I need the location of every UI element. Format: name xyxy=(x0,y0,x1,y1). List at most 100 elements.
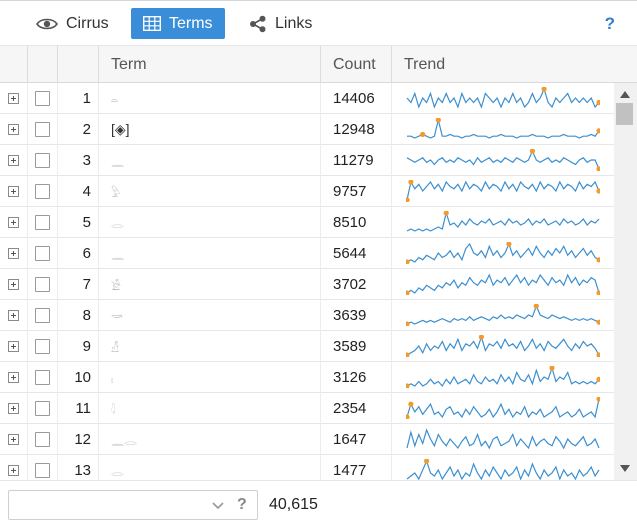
table-row[interactable]: 11 𓇋 2354 xyxy=(0,393,614,424)
plus-box-icon[interactable] xyxy=(8,434,19,445)
row-checkbox[interactable] xyxy=(28,424,58,455)
checkbox-icon[interactable] xyxy=(35,463,50,478)
scrollbar-thumb[interactable] xyxy=(616,103,633,125)
trend-cell xyxy=(392,207,614,238)
row-checkbox[interactable] xyxy=(28,331,58,362)
trend-cell xyxy=(392,393,614,424)
table-row[interactable]: 6 𓈖 5644 xyxy=(0,238,614,269)
row-expander[interactable] xyxy=(0,455,28,480)
table-row[interactable]: 13 𓂋 1477 xyxy=(0,455,614,480)
checkbox-icon[interactable] xyxy=(35,246,50,261)
tab-cirrus[interactable]: Cirrus xyxy=(24,8,121,39)
count-cell: 11279 xyxy=(321,145,392,176)
plus-box-icon[interactable] xyxy=(8,310,19,321)
scroll-up-arrow-icon[interactable] xyxy=(620,91,630,98)
checkbox-icon[interactable] xyxy=(35,401,50,416)
row-checkbox[interactable] xyxy=(28,455,58,480)
sparkline-line xyxy=(406,366,600,388)
trend-sparkline xyxy=(406,366,600,388)
share-icon xyxy=(249,15,267,33)
checkbox-icon[interactable] xyxy=(35,308,50,323)
row-checkbox[interactable] xyxy=(28,176,58,207)
plus-box-icon[interactable] xyxy=(8,403,19,414)
tab-links[interactable]: Links xyxy=(237,8,324,39)
row-checkbox[interactable] xyxy=(28,114,58,145)
search-input[interactable] xyxy=(13,494,203,516)
row-index: 6 xyxy=(58,238,99,269)
plus-box-icon[interactable] xyxy=(8,341,19,352)
row-expander[interactable] xyxy=(0,145,28,176)
select-column-header[interactable] xyxy=(28,46,58,83)
table-row[interactable]: 9 𓀭 3589 xyxy=(0,331,614,362)
table-row[interactable]: 12 𓈖𓂋 1647 xyxy=(0,424,614,455)
trend-cell xyxy=(392,176,614,207)
row-expander[interactable] xyxy=(0,269,28,300)
plus-box-icon[interactable] xyxy=(8,93,19,104)
sparkline-line xyxy=(406,242,600,263)
checkbox-icon[interactable] xyxy=(35,339,50,354)
scroll-down-arrow-icon[interactable] xyxy=(620,465,630,472)
checkbox-icon[interactable] xyxy=(35,91,50,106)
tab-terms[interactable]: Terms xyxy=(131,8,225,39)
plus-box-icon[interactable] xyxy=(8,372,19,383)
row-index: 12 xyxy=(58,424,99,455)
eye-icon xyxy=(36,17,58,31)
row-index: 10 xyxy=(58,362,99,393)
trend-column-header[interactable]: Trend xyxy=(392,46,637,83)
table-row[interactable]: 1 𓏏 14406 xyxy=(0,83,614,114)
count-cell: 1647 xyxy=(321,424,392,455)
row-expander[interactable] xyxy=(0,83,28,114)
row-expander[interactable] xyxy=(0,207,28,238)
row-checkbox[interactable] xyxy=(28,300,58,331)
row-checkbox[interactable] xyxy=(28,393,58,424)
chevron-down-icon[interactable] xyxy=(211,498,225,515)
row-expander[interactable] xyxy=(0,331,28,362)
checkbox-icon[interactable] xyxy=(35,215,50,230)
row-checkbox[interactable] xyxy=(28,83,58,114)
row-checkbox[interactable] xyxy=(28,238,58,269)
plus-box-icon[interactable] xyxy=(8,155,19,166)
sparkline-line xyxy=(406,180,600,201)
table-row[interactable]: 5 𓂋 8510 xyxy=(0,207,614,238)
plus-box-icon[interactable] xyxy=(8,217,19,228)
plus-box-icon[interactable] xyxy=(8,248,19,259)
table-row[interactable]: 3 𓈖 11279 xyxy=(0,145,614,176)
help-button[interactable]: ? xyxy=(605,14,615,34)
checkbox-icon[interactable] xyxy=(35,277,50,292)
count-cell: 14406 xyxy=(321,83,392,114)
table-row[interactable]: 7 𓀀 3702 xyxy=(0,269,614,300)
row-checkbox[interactable] xyxy=(28,269,58,300)
count-cell: 12948 xyxy=(321,114,392,145)
plus-box-icon[interactable] xyxy=(8,186,19,197)
row-expander[interactable] xyxy=(0,114,28,145)
checkbox-icon[interactable] xyxy=(35,370,50,385)
row-expander[interactable] xyxy=(0,393,28,424)
plus-box-icon[interactable] xyxy=(8,465,19,476)
checkbox-icon[interactable] xyxy=(35,184,50,199)
table-row[interactable]: 2 [◈] 12948 xyxy=(0,114,614,145)
row-expander[interactable] xyxy=(0,424,28,455)
search-combo[interactable]: ? xyxy=(8,490,258,520)
row-checkbox[interactable] xyxy=(28,362,58,393)
table-row[interactable]: 4 𓅱 9757 xyxy=(0,176,614,207)
plus-box-icon[interactable] xyxy=(8,279,19,290)
table-row[interactable]: 10 𓏤 3126 xyxy=(0,362,614,393)
count-column-header[interactable]: Count xyxy=(321,46,392,83)
row-expander[interactable] xyxy=(0,238,28,269)
sparkline-marker xyxy=(541,87,547,92)
row-expander[interactable] xyxy=(0,300,28,331)
row-checkbox[interactable] xyxy=(28,207,58,238)
table-row[interactable]: 8 𓎡 3639 xyxy=(0,300,614,331)
checkbox-icon[interactable] xyxy=(35,122,50,137)
row-checkbox[interactable] xyxy=(28,145,58,176)
row-expander[interactable] xyxy=(0,362,28,393)
sparkline-line xyxy=(406,459,600,480)
term-column-header[interactable]: Term xyxy=(99,46,321,83)
vertical-scrollbar[interactable] xyxy=(614,83,637,480)
row-expander[interactable] xyxy=(0,176,28,207)
checkbox-icon[interactable] xyxy=(35,153,50,168)
checkbox-icon[interactable] xyxy=(35,432,50,447)
term-cell: 𓈖 xyxy=(99,145,321,176)
search-help-icon[interactable]: ? xyxy=(237,496,247,514)
plus-box-icon[interactable] xyxy=(8,124,19,135)
